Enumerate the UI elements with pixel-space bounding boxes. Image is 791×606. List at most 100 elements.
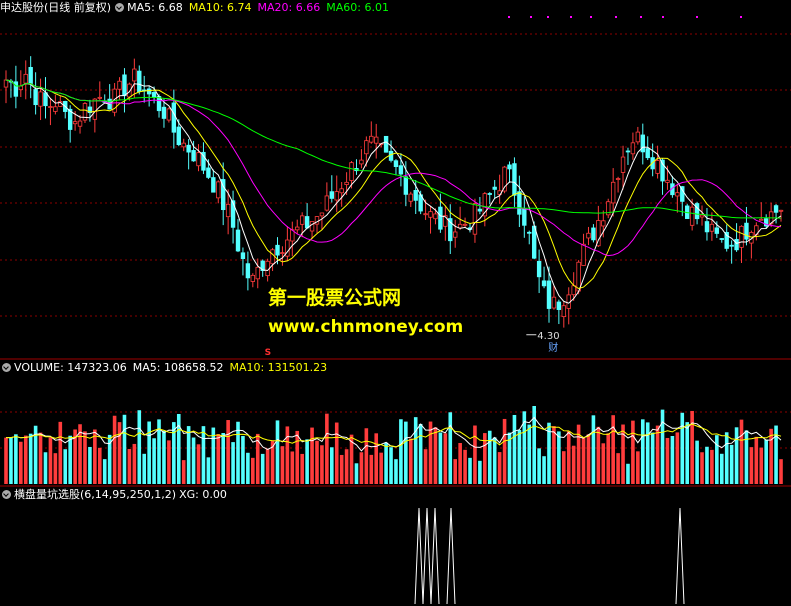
xg-signal-spike xyxy=(430,507,440,605)
candle-body xyxy=(77,120,83,127)
volume-bar xyxy=(236,421,240,484)
candle-body xyxy=(546,280,552,309)
volume-bar xyxy=(408,438,413,484)
vol-ma10-label: MA10: 131501.23 xyxy=(229,361,328,374)
candle-body xyxy=(48,106,53,108)
volume-bar xyxy=(453,459,458,484)
candle-body xyxy=(299,215,305,225)
watermark-title: 第一股票公式网 xyxy=(268,287,402,309)
volume-bar xyxy=(502,418,507,484)
settings-circle-icon[interactable] xyxy=(2,490,11,499)
volume-bar xyxy=(4,437,8,484)
vol-ma10-line xyxy=(6,423,782,448)
volume-bar xyxy=(739,419,744,484)
volume-bar xyxy=(379,452,383,484)
ma5-line xyxy=(5,79,782,304)
candle-body xyxy=(329,191,334,199)
volume-bar xyxy=(265,448,270,484)
volume-bar xyxy=(48,437,53,484)
candle-body xyxy=(615,178,621,180)
volume-bar xyxy=(478,460,482,484)
volume-bar xyxy=(63,449,68,484)
volume-bar xyxy=(97,447,102,484)
candle-body xyxy=(576,261,581,292)
candle-body xyxy=(645,148,650,159)
candle-body xyxy=(492,186,497,190)
candle-body xyxy=(181,142,186,148)
candle-body xyxy=(319,212,325,217)
candle-body xyxy=(773,205,779,213)
candle-body xyxy=(146,88,152,95)
signal-dot xyxy=(640,16,642,18)
volume-bar xyxy=(660,409,665,484)
volume-bar xyxy=(339,454,344,484)
volume-bar xyxy=(690,410,694,484)
volume-bar xyxy=(636,451,640,484)
volume-bar xyxy=(53,453,58,484)
volume-bar xyxy=(596,426,601,484)
candle-body xyxy=(433,213,438,220)
volume-bar xyxy=(458,442,462,484)
candle-body xyxy=(393,160,399,167)
candle-body xyxy=(275,244,280,256)
candle-body xyxy=(295,226,300,231)
xg-signal-spike xyxy=(675,507,685,605)
candle-body xyxy=(630,142,636,155)
candle-body xyxy=(43,92,48,107)
volume-bar xyxy=(670,435,675,484)
candle-body xyxy=(640,134,645,153)
volume-bar xyxy=(527,424,532,484)
volume-bar xyxy=(487,430,492,484)
candle-body xyxy=(408,193,413,202)
candle-body xyxy=(196,152,201,167)
candle-body xyxy=(586,232,591,239)
volume-bar xyxy=(191,437,196,484)
settings-circle-icon[interactable] xyxy=(2,363,11,372)
volume-bar xyxy=(537,448,541,484)
candle-body xyxy=(709,223,715,232)
volume-bar xyxy=(23,435,28,484)
volume-bar xyxy=(127,448,132,484)
candle-body xyxy=(92,98,98,120)
volume-bar xyxy=(231,442,235,484)
candle-body xyxy=(729,244,734,247)
candle-body xyxy=(250,274,256,282)
volume-bar xyxy=(473,425,477,484)
volume-bar xyxy=(260,453,265,484)
volume-bar xyxy=(675,432,680,484)
candle-body xyxy=(556,301,562,310)
volume-bar xyxy=(754,436,759,484)
candle-body xyxy=(517,191,522,215)
volume-bar xyxy=(562,451,566,484)
candle-body xyxy=(161,106,167,119)
settings-circle-icon[interactable] xyxy=(115,3,125,12)
ma5-label: MA5: 6.68 xyxy=(127,1,183,14)
candle-body xyxy=(581,243,586,266)
volume-bar xyxy=(423,449,428,484)
volume-bar xyxy=(616,453,620,484)
volume-bar xyxy=(517,429,522,484)
ma60-label: MA60: 6.01 xyxy=(326,1,389,14)
indicator-name: 横盘量坑选股(6,14,95,250,1,2) xyxy=(14,488,177,501)
xg-signal-spike xyxy=(422,507,432,605)
candle-body xyxy=(635,131,641,143)
volume-bar xyxy=(665,437,670,484)
volume-bar xyxy=(344,449,349,484)
candle-body xyxy=(374,136,379,144)
volume-bar xyxy=(586,434,591,484)
price-pane-header: 申达股份(日线 前复权) MA5: 6.68 MA10: 6.74 MA20: 6.6… xyxy=(0,1,395,15)
volume-bar xyxy=(399,419,403,484)
volume-bar xyxy=(325,413,329,484)
volume-bar xyxy=(176,413,181,484)
volume-bar xyxy=(640,419,645,484)
candle-body xyxy=(171,102,177,133)
volume-bar xyxy=(201,426,206,484)
candle-body xyxy=(719,238,724,240)
candle-body xyxy=(734,238,739,251)
signal-dot xyxy=(615,16,617,18)
volume-bar xyxy=(611,415,615,484)
candle-body xyxy=(536,260,542,278)
candle-body xyxy=(324,195,330,211)
candle-body xyxy=(304,216,310,229)
ma10-line xyxy=(5,79,782,290)
